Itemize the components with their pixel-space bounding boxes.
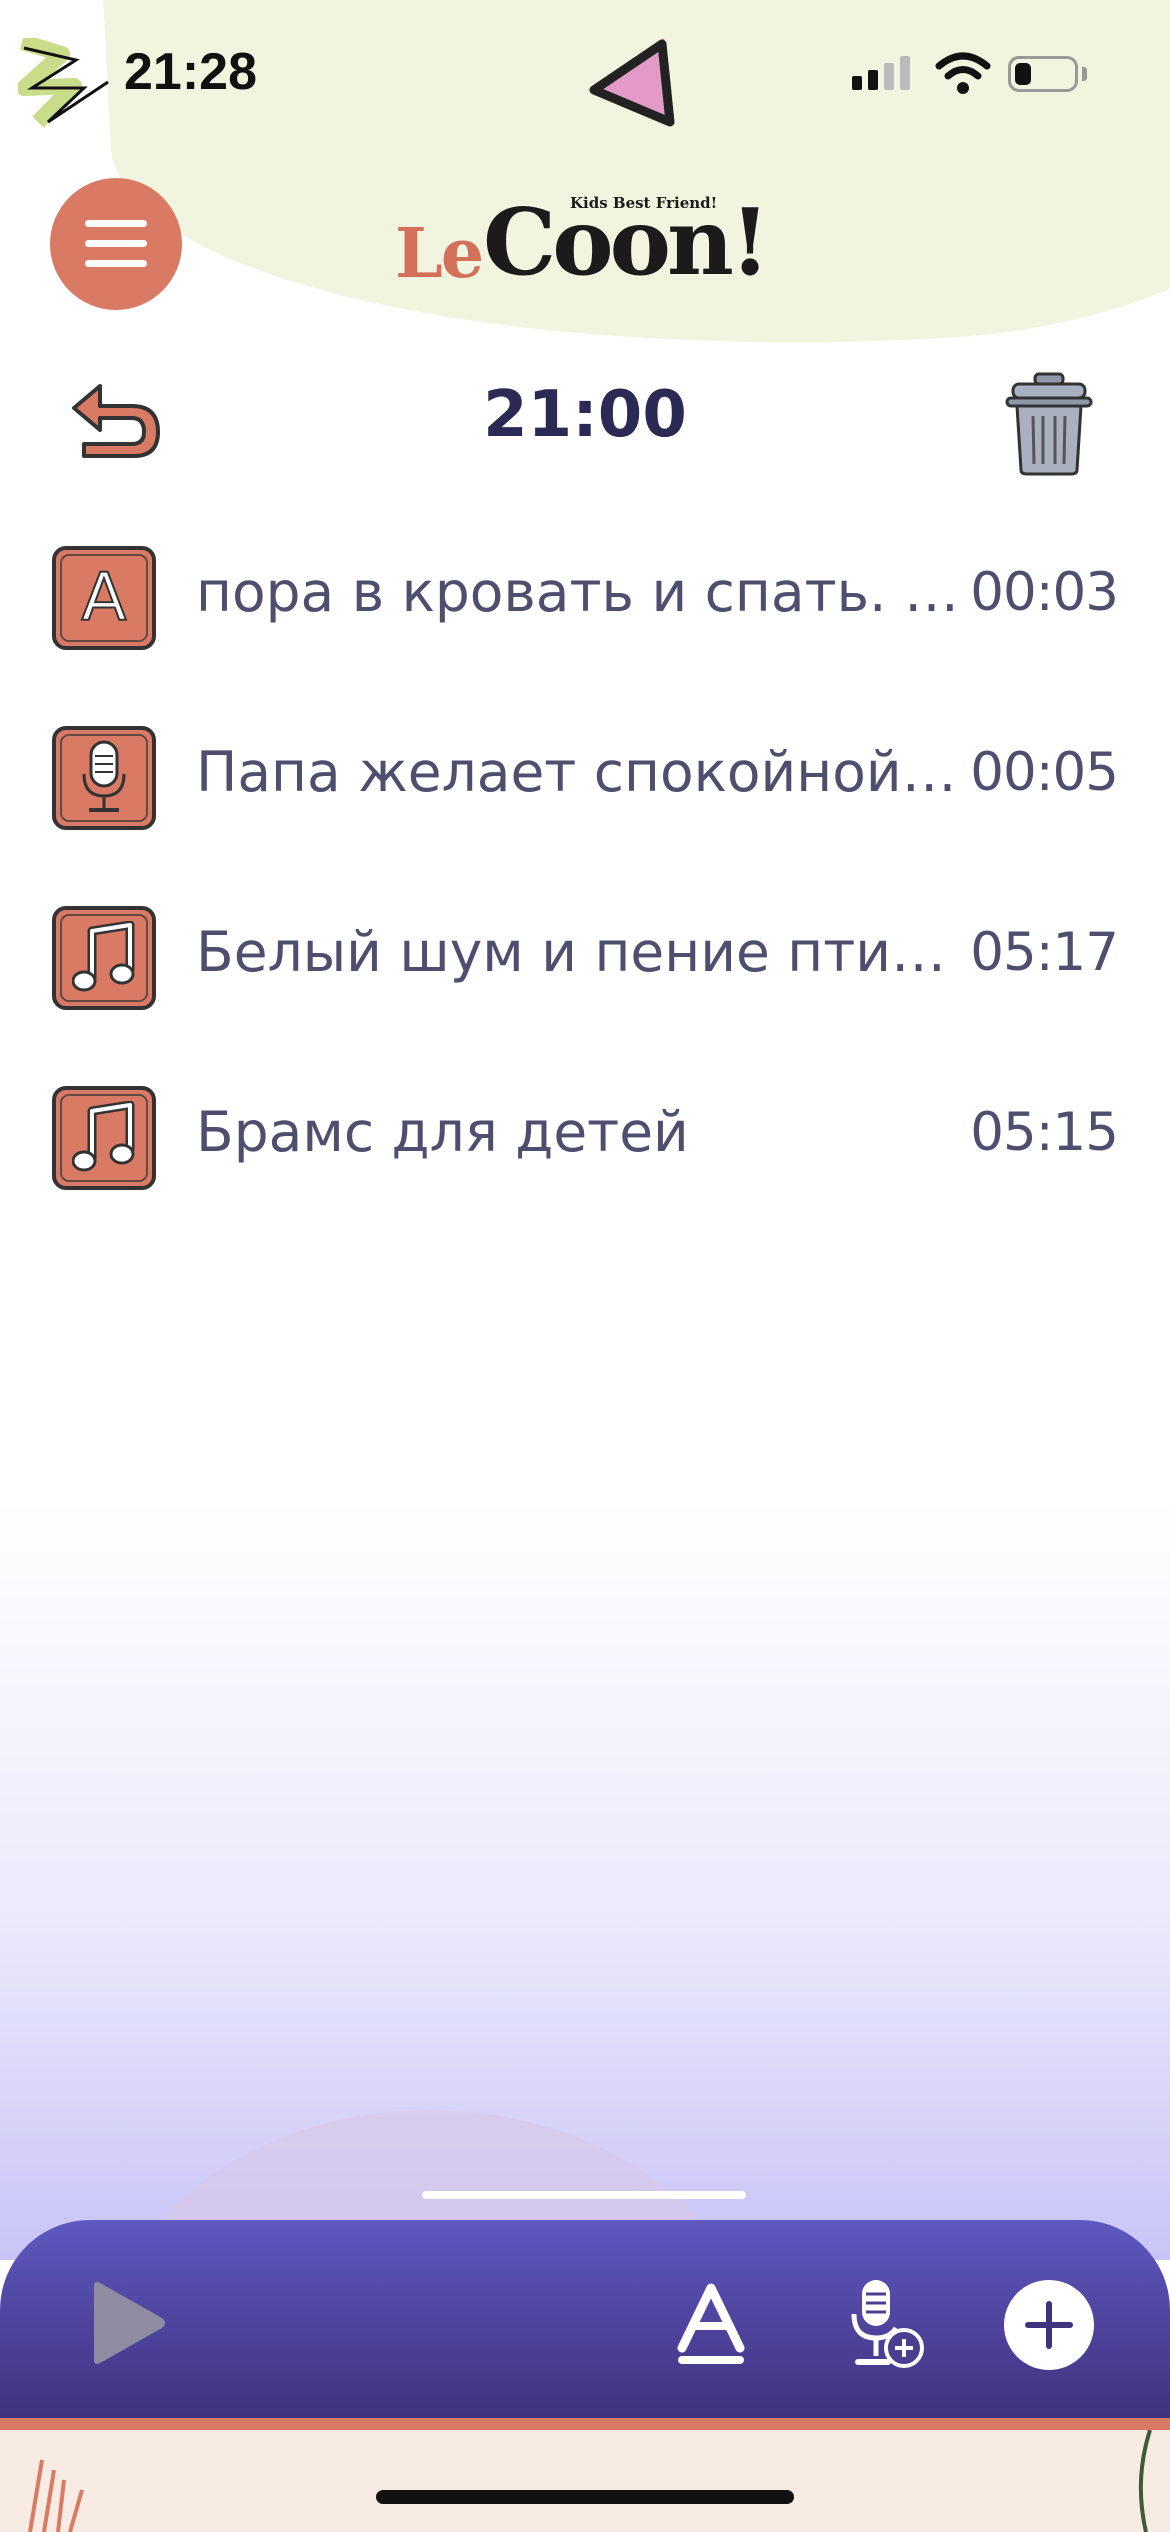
logo-tagline: Kids Best Friend!: [567, 194, 721, 212]
list-item[interactable]: A пора в кровать и спать. а теперь спать…: [0, 540, 1170, 660]
sound-title: Белый шум и пение птиц_природа: [196, 920, 971, 984]
trash-can-icon[interactable]: [1005, 370, 1093, 478]
accent-stripe: [0, 2418, 1170, 2430]
sound-title: Папа желает спокойной ночи: [196, 740, 971, 804]
letter-a-icon: A: [52, 546, 156, 650]
plus-icon: [1025, 2301, 1073, 2349]
triangle-decoration-icon: [588, 38, 675, 127]
microphone-icon: [52, 726, 156, 830]
zigzag-decoration-icon: [18, 38, 109, 128]
player-bar: [0, 2220, 1170, 2420]
status-bar: 21:28: [0, 0, 1170, 150]
sound-duration: 00:03: [970, 562, 1119, 623]
list-item[interactable]: Папа желает спокойной ночи 00:05: [0, 720, 1170, 840]
home-indicator: [376, 2490, 794, 2504]
play-icon[interactable]: [86, 2278, 170, 2368]
music-note-icon: [52, 906, 156, 1010]
menu-button[interactable]: [50, 178, 182, 310]
footer-decoration: [0, 2430, 1170, 2532]
lecoon-logo: Le Coon! Kids Best Friend!: [395, 194, 795, 296]
leaf-decoration-icon: [1138, 2430, 1152, 2532]
logo-le-text: Le: [395, 214, 484, 294]
battery-tip: [1082, 67, 1087, 81]
sound-duration: 05:15: [970, 1102, 1119, 1163]
sound-title: пора в кровать и спать. а теперь спать: [196, 560, 971, 624]
alarm-time: 21:00: [483, 378, 687, 452]
add-text-icon[interactable]: [676, 2282, 746, 2366]
status-time: 21:28: [124, 43, 257, 101]
music-note-icon: [52, 1086, 156, 1190]
add-voice-recording-icon[interactable]: [846, 2276, 926, 2372]
sound-title: Брамс для детей: [196, 1100, 689, 1164]
list-item[interactable]: Брамс для детей 05:15: [0, 1080, 1170, 1200]
battery-icon: [1008, 56, 1078, 92]
sheet-grabber[interactable]: [422, 2191, 746, 2199]
sound-duration: 00:05: [970, 742, 1119, 803]
wifi-icon: [935, 52, 991, 94]
list-item[interactable]: Белый шум и пение птиц_природа 05:17: [0, 900, 1170, 1020]
sound-duration: 05:17: [970, 922, 1119, 983]
add-button[interactable]: [1004, 2280, 1094, 2370]
cellular-signal-icon: [852, 56, 910, 90]
hamburger-icon: [85, 220, 147, 267]
grass-decoration-icon: [28, 2459, 84, 2532]
